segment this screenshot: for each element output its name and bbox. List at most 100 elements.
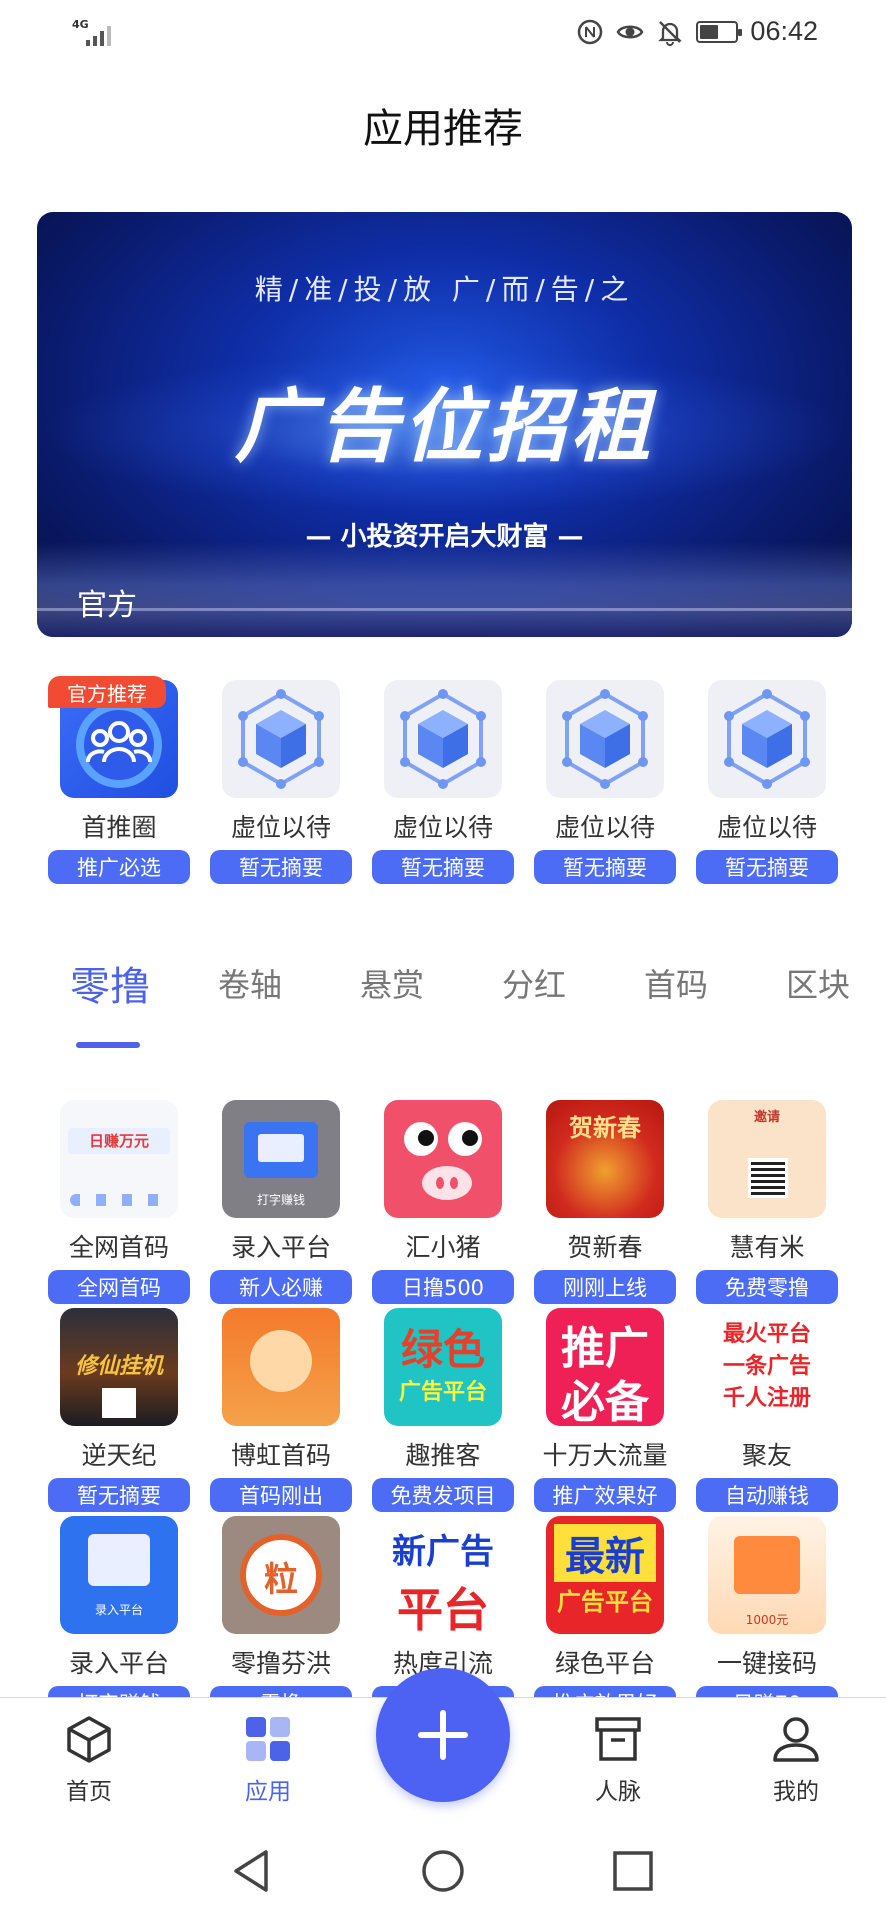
nav-label: 应用 — [245, 1779, 291, 1805]
featured-app[interactable]: 虚位以待 暂无摘要 — [696, 680, 838, 884]
app-name: 绿色平台 — [554, 1649, 655, 1678]
tab-juanzhou[interactable]: 卷轴 — [218, 960, 282, 1006]
app-tag: 暂无摘要 — [534, 850, 676, 884]
nav-apps[interactable]: 应用 — [208, 1714, 328, 1806]
app-name: 录入平台 — [230, 1233, 331, 1262]
archive-box-icon — [595, 1717, 641, 1761]
app-item[interactable]: 打字赚钱 录入平台 新人必赚 — [210, 1100, 352, 1304]
app-grid: 日赚万元 全网首码 全网首码 打字赚钱 录入平台 新人必赚 汇小猪 日撸500 … — [48, 1100, 838, 1700]
app-name: 贺新春 — [567, 1233, 643, 1262]
featured-app[interactable]: 虚位以待 暂无摘要 — [372, 680, 514, 884]
dragon-icon: 贺新春 — [546, 1100, 664, 1218]
cube-outline-icon — [67, 1716, 111, 1763]
app-item[interactable]: 零撸芬洪 零撸 — [210, 1516, 352, 1700]
app-item[interactable]: 录入平台 录入平台 打字赚钱 — [48, 1516, 190, 1700]
status-time: 06:42 — [750, 16, 818, 46]
app-name: 虚位以待 — [392, 813, 493, 842]
system-nav-bar — [0, 1826, 886, 1920]
app-tag: 推广效果好 — [534, 1478, 676, 1512]
app-icon — [222, 1516, 340, 1634]
banner-subtitle: 精/准/投/放 广/而/告/之 — [254, 273, 635, 306]
game-icon: 修仙挂机 — [60, 1308, 178, 1426]
qr-code-icon: 邀请 — [708, 1100, 826, 1218]
app-item[interactable]: 博虹首码 首码刚出 — [210, 1308, 352, 1512]
add-button[interactable] — [376, 1668, 510, 1802]
app-name: 零撸芬洪 — [230, 1649, 331, 1678]
app-item[interactable]: 1000元 一键接码 日赚70 — [696, 1516, 838, 1700]
tab-shouma[interactable]: 首码 — [644, 960, 708, 1006]
app-icon: 最新 广告平台 — [546, 1516, 664, 1634]
app-tag: 免费零撸 — [696, 1270, 838, 1304]
banner-headline: 广告位招租 — [234, 380, 655, 473]
app-tag: 暂无摘要 — [372, 850, 514, 884]
nfc-icon — [578, 19, 603, 44]
app-item[interactable]: 修仙挂机 逆天纪 暂无摘要 — [48, 1308, 190, 1512]
app-name: 虚位以待 — [716, 813, 817, 842]
tab-lingru[interactable]: 零撸 — [70, 954, 150, 1012]
app-tag: 新人必赚 — [210, 1270, 352, 1304]
app-name: 录入平台 — [68, 1649, 169, 1678]
bell-off-icon — [658, 20, 683, 46]
cellular-signal-icon: 4G — [72, 18, 118, 46]
app-name: 虚位以待 — [230, 813, 331, 842]
app-icon: 日赚万元 — [60, 1100, 178, 1218]
app-tag: 免费发项目 — [372, 1478, 514, 1512]
app-tag: 暂无摘要 — [48, 1478, 190, 1512]
featured-apps: 官方推荐 首推圈 推广必选 虚位以待 暂无摘要 虚位以待 暂无摘要 虚位以待 暂… — [48, 676, 838, 884]
tab-indicator — [76, 1042, 140, 1048]
home-circle-icon[interactable] — [418, 1846, 468, 1896]
app-item[interactable]: 最新广告平台 绿色平台 推广效果好 — [534, 1516, 676, 1700]
plus-icon — [418, 1710, 468, 1760]
ad-banner[interactable]: 精/准/投/放 广/而/告/之 广告位招租 — 小投资开启大财富 — 官方 — [37, 212, 852, 637]
app-item[interactable]: 贺新春 贺新春 刚刚上线 — [534, 1100, 676, 1304]
featured-app[interactable]: 官方推荐 首推圈 推广必选 — [48, 676, 190, 884]
app-item[interactable]: 汇小猪 日撸500 — [372, 1100, 514, 1304]
nav-profile[interactable]: 我的 — [736, 1714, 856, 1806]
cube-icon — [222, 680, 340, 798]
app-tag: 暂无摘要 — [210, 850, 352, 884]
banner-badge: 官方 — [77, 588, 137, 623]
app-name: 博虹首码 — [230, 1441, 331, 1470]
app-name: 全网首码 — [68, 1233, 169, 1262]
app-item[interactable]: 最火平台 一条广告 千人注册 聚友 自动赚钱 — [696, 1308, 838, 1512]
app-name: 趣推客 — [405, 1441, 481, 1470]
person-icon — [773, 1717, 819, 1762]
back-icon[interactable] — [228, 1846, 278, 1896]
recents-square-icon[interactable] — [608, 1846, 658, 1896]
app-name: 一键接码 — [716, 1649, 817, 1678]
apps-grid-icon — [246, 1717, 290, 1761]
tab-qukuai[interactable]: 区块 — [786, 960, 850, 1006]
app-tag: 日撸500 — [372, 1270, 514, 1304]
featured-app[interactable]: 虚位以待 暂无摘要 — [210, 680, 352, 884]
app-icon: 打字赚钱 — [222, 1100, 340, 1218]
app-item[interactable]: 日赚万元 全网首码 全网首码 — [48, 1100, 190, 1304]
recommended-badge: 官方推荐 — [48, 676, 166, 708]
banner-tagline: — 小投资开启大财富 — — [305, 522, 584, 552]
tab-fenhong[interactable]: 分红 — [502, 960, 566, 1006]
nav-label: 首页 — [66, 1779, 112, 1805]
app-name: 首推圈 — [81, 813, 157, 842]
app-icon: 录入平台 — [60, 1516, 178, 1634]
app-tag: 自动赚钱 — [696, 1478, 838, 1512]
app-icon: 1000元 — [708, 1516, 826, 1634]
app-name: 汇小猪 — [405, 1233, 481, 1262]
cartoon-icon — [222, 1308, 340, 1426]
app-item[interactable]: 推广 必备 十万大流量 推广效果好 — [534, 1308, 676, 1512]
battery-icon — [696, 20, 743, 43]
app-item[interactable]: 邀请 慧有米 免费零撸 — [696, 1100, 838, 1304]
app-tag: 首码刚出 — [210, 1478, 352, 1512]
app-name: 逆天纪 — [81, 1441, 157, 1470]
featured-app[interactable]: 虚位以待 暂无摘要 — [534, 680, 676, 884]
app-item[interactable]: 绿色 广告平台 趣推客 免费发项目 — [372, 1308, 514, 1512]
app-name: 聚友 — [741, 1441, 792, 1470]
nav-home[interactable]: 首页 — [29, 1714, 149, 1806]
pig-icon — [384, 1100, 502, 1218]
tab-xuanshang[interactable]: 悬赏 — [360, 960, 424, 1006]
cube-icon — [708, 680, 826, 798]
nav-contacts[interactable]: 人脉 — [558, 1714, 678, 1806]
app-tag: 推广必选 — [48, 850, 190, 884]
app-tag: 刚刚上线 — [534, 1270, 676, 1304]
app-icon: 最火平台 一条广告 千人注册 — [708, 1308, 826, 1426]
nav-label: 人脉 — [595, 1779, 641, 1805]
nav-label: 我的 — [773, 1779, 819, 1805]
